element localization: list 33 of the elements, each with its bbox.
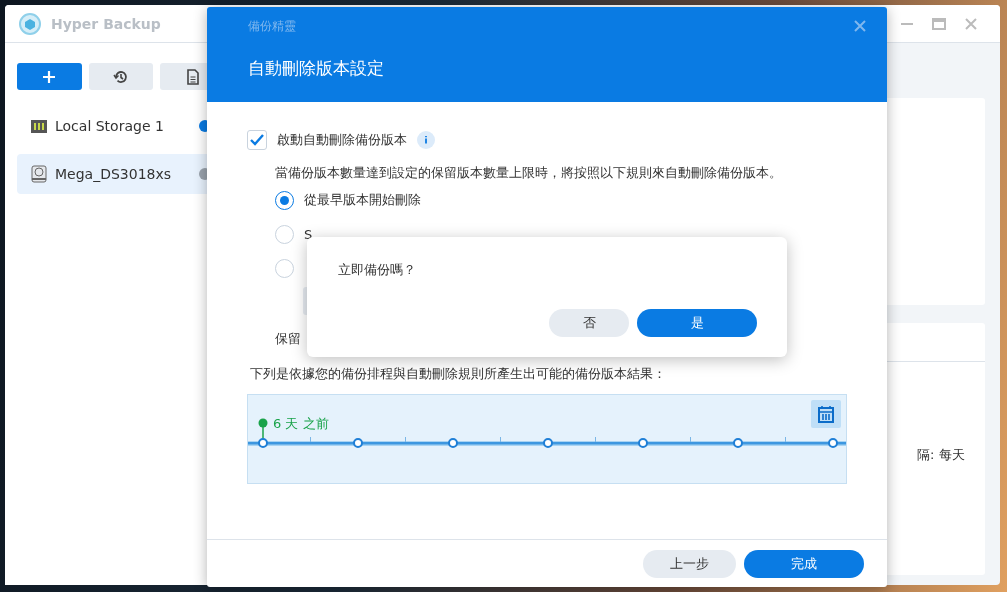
storage-icon [31, 118, 47, 134]
cloud-drive-icon [31, 165, 47, 183]
confirm-message: 立即備份嗎？ [338, 261, 417, 279]
plus-icon [42, 69, 57, 84]
timeline-marker-label: 6 天 之前 [273, 415, 329, 433]
radio-label: S [304, 226, 313, 242]
retain-label: 保留 [275, 330, 301, 348]
wizard-caption: 備份精靈 [248, 17, 296, 35]
calendar-icon [817, 405, 835, 423]
app-logo-icon [19, 12, 41, 35]
schedule-text: 隔: 每天 [917, 446, 966, 464]
checkbox-label: 啟動自動刪除備份版本 [277, 131, 407, 149]
description-text: 當備份版本數量達到設定的保留版本數量上限時，將按照以下規則來自動刪除備份版本。 [274, 164, 783, 182]
back-button[interactable]: 上一步 [643, 549, 736, 578]
storage-name: Local Storage 1 [55, 118, 164, 134]
add-button[interactable] [17, 63, 82, 90]
info-icon[interactable] [417, 131, 435, 149]
no-button[interactable]: 否 [549, 309, 629, 337]
app-title: Hyper Backup [51, 15, 161, 32]
history-icon [113, 68, 129, 85]
yes-button[interactable]: 是 [637, 309, 757, 337]
storage-name: Mega_DS3018xs [55, 166, 172, 182]
finish-button[interactable]: 完成 [744, 549, 864, 578]
document-icon [185, 68, 200, 85]
close-icon[interactable] [853, 19, 867, 33]
marker-pin-icon [258, 418, 268, 440]
checkbox[interactable] [247, 130, 267, 150]
radio-button[interactable] [275, 190, 294, 210]
wizard-title: 自動刪除版本設定 [248, 57, 385, 80]
radio-label: 從最早版本開始刪除 [304, 191, 421, 209]
restore-button[interactable] [88, 63, 154, 90]
result-caption: 下列是依據您的備份排程與自動刪除規則所產生出可能的備份版本結果： [249, 365, 667, 383]
calendar-button[interactable] [811, 400, 841, 428]
